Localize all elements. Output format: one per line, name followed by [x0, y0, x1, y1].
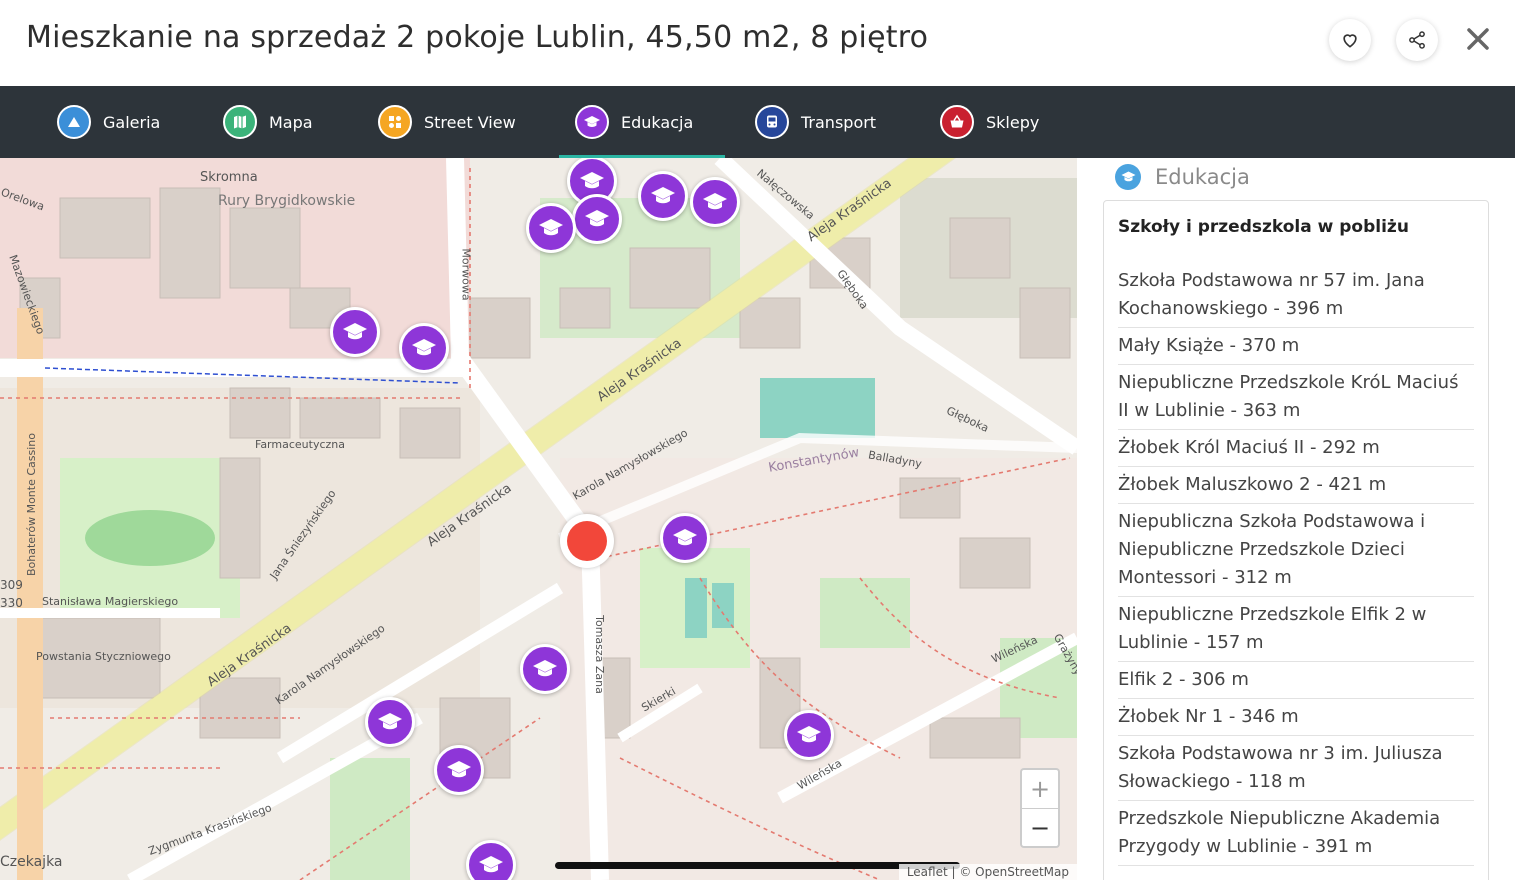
street-label: 309	[0, 578, 23, 592]
list-item[interactable]: Niepubliczne Przedszkole KróL Maciuś II …	[1118, 365, 1474, 430]
street-label: Tomasza Zana	[592, 615, 606, 694]
heart-icon	[1343, 34, 1357, 48]
shop-basket-icon	[940, 105, 974, 139]
street-label: Czekajka	[0, 854, 63, 870]
header: Mieszkanie na sprzedaż 2 pokoje Lublin, …	[0, 0, 1515, 86]
share-icon	[1409, 31, 1425, 49]
tab-bar: Galeria Mapa Street View Edukacja Transp…	[0, 86, 1515, 158]
tab-galeria[interactable]: Galeria	[57, 86, 160, 158]
gallery-icon	[57, 105, 91, 139]
tab-label: Mapa	[269, 112, 313, 132]
list-item[interactable]: Przedszkole Niepubliczne Akademia Przygo…	[1118, 801, 1474, 866]
favorite-button[interactable]	[1329, 19, 1371, 61]
list-item[interactable]: Żłobek Maluszkowo 2 - 421 m	[1118, 467, 1474, 504]
street-label: Bohaterów Monte Cassino	[24, 433, 38, 576]
schools-card: Szkoły i przedszkola w pobliżu Szkoła Po…	[1103, 200, 1489, 880]
share-button[interactable]	[1396, 19, 1438, 61]
map-base	[0, 158, 1077, 880]
panel-header: Edukacja	[1115, 164, 1250, 190]
education-marker[interactable]	[690, 177, 740, 227]
property-location-marker[interactable]	[560, 514, 614, 568]
education-marker[interactable]	[434, 745, 484, 795]
property-dot	[567, 521, 607, 561]
tab-mapa[interactable]: Mapa	[223, 86, 313, 158]
tab-label: Street View	[424, 112, 516, 132]
education-icon	[575, 105, 609, 139]
education-marker[interactable]	[520, 644, 570, 694]
tab-label: Transport	[801, 112, 877, 132]
list-item[interactable]: Żłobek Król Maciuś II - 292 m	[1118, 430, 1474, 467]
page-title: Mieszkanie na sprzedaż 2 pokoje Lublin, …	[26, 20, 929, 55]
close-icon[interactable]	[1463, 24, 1493, 54]
street-label: Skromna	[200, 170, 258, 185]
street-label: Farmaceutyczna	[255, 438, 345, 451]
street-label: Rury Brygidkowskie	[218, 193, 356, 209]
list-item[interactable]: Szkoła Podstawowa nr 3 im. Juliusza Słow…	[1118, 736, 1474, 801]
list-item[interactable]: Mały Książe - 370 m	[1118, 328, 1474, 365]
education-marker[interactable]	[784, 710, 834, 760]
map-attribution[interactable]: Leaflet | © OpenStreetMap	[898, 864, 1077, 880]
education-marker[interactable]	[638, 171, 688, 221]
panel-title: Edukacja	[1155, 165, 1250, 189]
street-view-icon	[378, 105, 412, 139]
list-item[interactable]: Żłobek Nr 1 - 346 m	[1118, 699, 1474, 736]
zoom-control: + −	[1020, 768, 1060, 848]
education-marker[interactable]	[330, 307, 380, 357]
tab-sklepy[interactable]: Sklepy	[940, 86, 1039, 158]
schools-list: Szkoła Podstawowa nr 57 im. Jana Kochano…	[1118, 263, 1474, 866]
tab-street-view[interactable]: Street View	[378, 86, 516, 158]
list-item[interactable]: Szkoła Podstawowa nr 57 im. Jana Kochano…	[1118, 263, 1474, 328]
education-marker[interactable]	[526, 203, 576, 253]
tab-label: Galeria	[103, 112, 161, 132]
tab-edukacja[interactable]: Edukacja	[558, 86, 726, 158]
tab-label: Edukacja	[621, 112, 694, 132]
list-item[interactable]: Elfik 2 - 306 m	[1118, 662, 1474, 699]
tab-label: Sklepy	[986, 112, 1040, 132]
education-panel: Edukacja Szkoły i przedszkola w pobliżu …	[1077, 158, 1515, 880]
education-marker[interactable]	[572, 194, 622, 244]
street-label: 330	[0, 596, 23, 610]
map[interactable]: Skromna Rury Brygidkowskie Morwowa Nałęc…	[0, 158, 1077, 880]
bus-icon	[755, 105, 789, 139]
map-icon	[223, 105, 257, 139]
tab-transport[interactable]: Transport	[755, 86, 876, 158]
education-marker[interactable]	[660, 513, 710, 563]
list-item[interactable]: Niepubliczne Przedszkole Elfik 2 w Lubli…	[1118, 597, 1474, 662]
list-item[interactable]: Niepubliczna Szkoła Podstawowa i Niepubl…	[1118, 504, 1474, 597]
card-title: Szkoły i przedszkola w pobliżu	[1118, 217, 1409, 237]
street-label: Powstania Styczniowego	[36, 650, 171, 663]
street-label: Morwowa	[459, 248, 473, 301]
education-marker[interactable]	[399, 323, 449, 373]
education-icon	[1115, 164, 1141, 190]
street-label: Stanisława Magierskiego	[42, 595, 179, 608]
zoom-out-button[interactable]: −	[1022, 809, 1058, 847]
education-marker[interactable]	[365, 697, 415, 747]
zoom-in-button[interactable]: +	[1022, 770, 1058, 809]
